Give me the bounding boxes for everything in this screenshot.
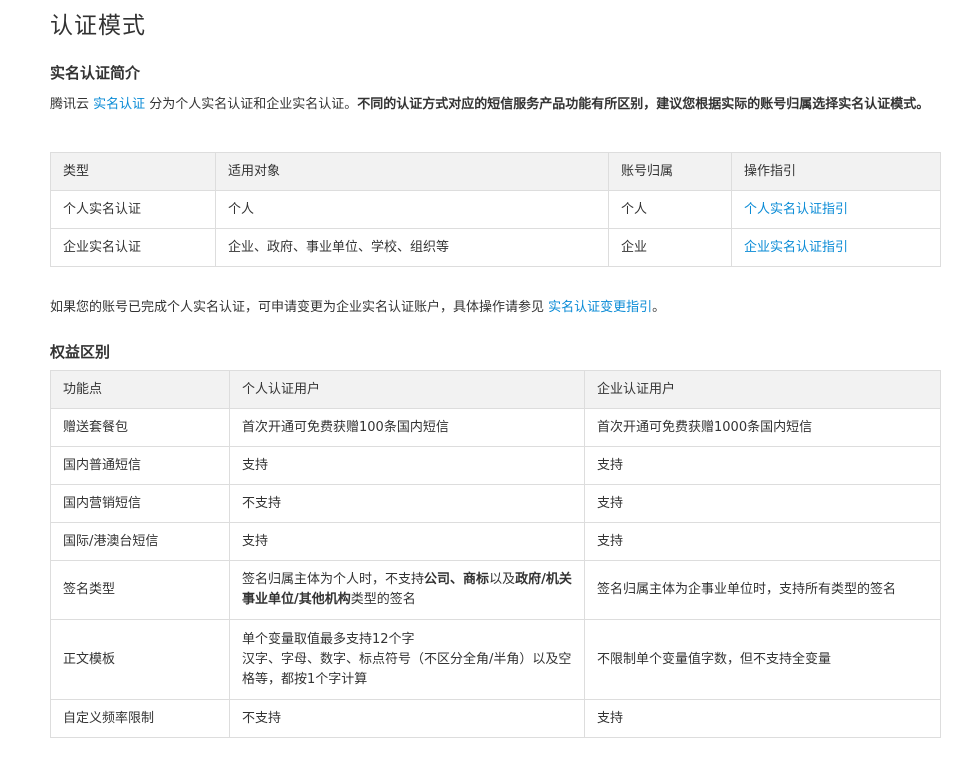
cell-enterprise: 支持 [584, 699, 941, 738]
cell-enterprise: 支持 [584, 484, 941, 523]
table-row: 签名类型 签名归属主体为个人时，不支持公司、商标以及政府/机关事业单位/其他机构… [50, 560, 941, 620]
cell-type: 个人实名认证 [50, 190, 216, 229]
cell-enterprise: 首次开通可免费获赠1000条国内短信 [584, 408, 941, 447]
cell-personal: 不支持 [229, 699, 585, 738]
table-row: 自定义频率限制 不支持 支持 [50, 699, 941, 738]
enterprise-auth-guide-link[interactable]: 企业实名认证指引 [744, 240, 848, 255]
header-personal: 个人认证用户 [229, 370, 585, 409]
cell-feature: 自定义频率限制 [50, 699, 230, 738]
cell-personal: 首次开通可免费获赠100条国内短信 [229, 408, 585, 447]
cell-enterprise: 不限制单个变量值字数，但不支持全变量 [584, 619, 941, 700]
template-line-2: 汉字、字母、数字、标点符号（不区分全角/半角）以及空格等，都按1个字计算 [242, 651, 572, 687]
cell-target: 个人 [215, 190, 609, 229]
intro-prefix: 腾讯云 [50, 97, 94, 112]
cell-personal: 签名归属主体为个人时，不支持公司、商标以及政府/机关事业单位/其他机构类型的签名 [229, 560, 585, 620]
cell-owner: 企业 [608, 228, 732, 267]
cell-feature: 国际/港澳台短信 [50, 522, 230, 561]
sig-text-3: 类型的签名 [350, 592, 416, 607]
template-line-1: 单个变量取值最多支持12个字 [242, 631, 415, 647]
sig-bold-company: 公司 [424, 572, 451, 587]
table-row: 国内普通短信 支持 支持 [50, 446, 941, 485]
table-header-row: 类型 适用对象 账号归属 操作指引 [50, 152, 941, 191]
cell-enterprise: 签名归属主体为企事业单位时，支持所有类型的签名 [584, 560, 941, 620]
table-row: 国内营销短信 不支持 支持 [50, 484, 941, 523]
intro-paragraph: 腾讯云 实名认证 分为个人实名认证和企业实名认证。不同的认证方式对应的短信服务产… [50, 93, 940, 117]
sig-bold-sep: 、 [450, 572, 464, 587]
intro-bold: 不同的认证方式对应的短信服务产品功能有所区别，建议您根据实际的账号归属选择实名认… [357, 97, 930, 112]
cell-feature: 国内营销短信 [50, 484, 230, 523]
cell-enterprise: 支持 [584, 522, 941, 561]
rights-table: 功能点 个人认证用户 企业认证用户 赠送套餐包 首次开通可免费获赠100条国内短… [50, 370, 941, 738]
page-title: 认证模式 [50, 13, 146, 39]
table-row: 企业实名认证 企业、政府、事业单位、学校、组织等 企业 企业实名认证指引 [50, 228, 941, 267]
real-name-auth-link[interactable]: 实名认证 [93, 97, 145, 112]
cell-personal: 单个变量取值最多支持12个字汉字、字母、数字、标点符号（不区分全角/半角）以及空… [229, 619, 585, 700]
cell-feature: 签名类型 [50, 560, 230, 620]
header-target: 适用对象 [215, 152, 609, 191]
auth-change-guide-link[interactable]: 实名认证变更指引 [548, 300, 652, 315]
table-row: 赠送套餐包 首次开通可免费获赠100条国内短信 首次开通可免费获赠1000条国内… [50, 408, 941, 447]
sig-text-1: 签名归属主体为个人时，不支持 [242, 572, 425, 587]
personal-auth-guide-link[interactable]: 个人实名认证指引 [744, 202, 848, 217]
header-guide: 操作指引 [731, 152, 941, 191]
change-note: 如果您的账号已完成个人实名认证，可申请变更为企业实名认证账户，具体操作请参见 实… [50, 297, 665, 319]
auth-types-table: 类型 适用对象 账号归属 操作指引 个人实名认证 个人 个人 个人实名认证指引 … [50, 152, 941, 267]
cell-personal: 不支持 [229, 484, 585, 523]
intro-middle: 分为个人实名认证和企业实名认证。 [145, 97, 358, 112]
intro-heading: 实名认证简介 [50, 64, 141, 82]
cell-enterprise: 支持 [584, 446, 941, 485]
header-type: 类型 [50, 152, 216, 191]
table-row: 正文模板 单个变量取值最多支持12个字汉字、字母、数字、标点符号（不区分全角/半… [50, 619, 941, 700]
cell-guide: 企业实名认证指引 [731, 228, 941, 267]
cell-personal: 支持 [229, 522, 585, 561]
cell-feature: 赠送套餐包 [50, 408, 230, 447]
cell-feature: 正文模板 [50, 619, 230, 700]
cell-target: 企业、政府、事业单位、学校、组织等 [215, 228, 609, 267]
table-row: 国际/港澳台短信 支持 支持 [50, 522, 941, 561]
note-suffix: 。 [652, 300, 666, 315]
table-header-row: 功能点 个人认证用户 企业认证用户 [50, 370, 941, 409]
note-text: 如果您的账号已完成个人实名认证，可申请变更为企业实名认证账户，具体操作请参见 [50, 300, 549, 315]
cell-guide: 个人实名认证指引 [731, 190, 941, 229]
cell-feature: 国内普通短信 [50, 446, 230, 485]
table-row: 个人实名认证 个人 个人 个人实名认证指引 [50, 190, 941, 229]
header-enterprise: 企业认证用户 [584, 370, 941, 409]
cell-personal: 支持 [229, 446, 585, 485]
sig-text-2: 以及 [489, 572, 516, 587]
sig-bold-trademark: 商标 [463, 572, 490, 587]
header-feature: 功能点 [50, 370, 230, 409]
cell-owner: 个人 [608, 190, 732, 229]
cell-type: 企业实名认证 [50, 228, 216, 267]
header-owner: 账号归属 [608, 152, 732, 191]
rights-heading: 权益区别 [50, 343, 111, 361]
